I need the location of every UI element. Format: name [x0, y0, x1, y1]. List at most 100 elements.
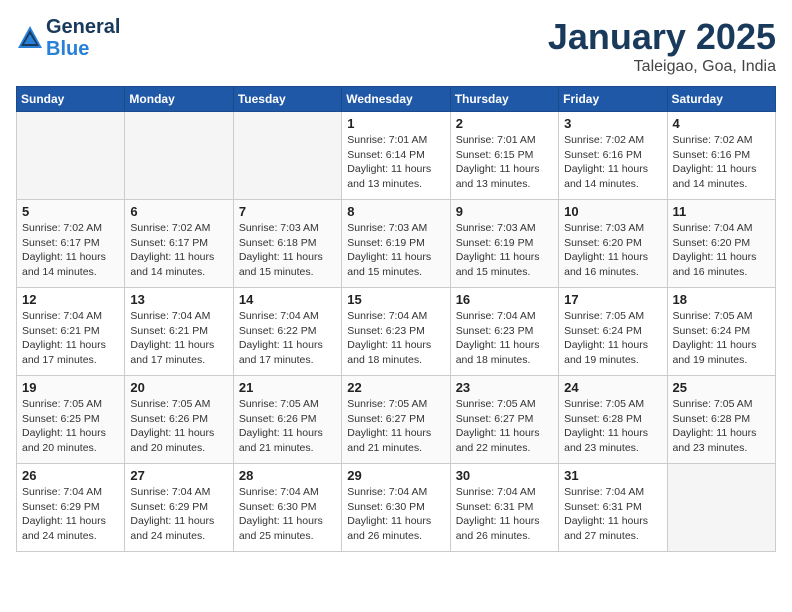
cell-info: Sunrise: 7:02 AMSunset: 6:16 PMDaylight:… [564, 133, 661, 192]
calendar-cell: 17 Sunrise: 7:05 AMSunset: 6:24 PMDayligh… [559, 288, 667, 376]
day-number: 30 [456, 468, 553, 483]
calendar-cell: 4 Sunrise: 7:02 AMSunset: 6:16 PMDaylight… [667, 112, 775, 200]
page-header: General Blue January 2025 Taleigao, Goa,… [16, 16, 776, 76]
cell-info: Sunrise: 7:05 AMSunset: 6:28 PMDaylight:… [564, 397, 661, 456]
cell-info: Sunrise: 7:02 AMSunset: 6:17 PMDaylight:… [130, 221, 227, 280]
cell-info: Sunrise: 7:04 AMSunset: 6:21 PMDaylight:… [22, 309, 119, 368]
calendar-cell: 8 Sunrise: 7:03 AMSunset: 6:19 PMDaylight… [342, 200, 450, 288]
day-number: 18 [673, 292, 770, 307]
cell-info: Sunrise: 7:04 AMSunset: 6:22 PMDaylight:… [239, 309, 336, 368]
calendar-cell: 19 Sunrise: 7:05 AMSunset: 6:25 PMDayligh… [17, 376, 125, 464]
day-number: 17 [564, 292, 661, 307]
calendar-cell [125, 112, 233, 200]
calendar-cell: 21 Sunrise: 7:05 AMSunset: 6:26 PMDayligh… [233, 376, 341, 464]
cell-info: Sunrise: 7:04 AMSunset: 6:21 PMDaylight:… [130, 309, 227, 368]
calendar-cell: 23 Sunrise: 7:05 AMSunset: 6:27 PMDayligh… [450, 376, 558, 464]
day-number: 21 [239, 380, 336, 395]
cell-info: Sunrise: 7:05 AMSunset: 6:27 PMDaylight:… [456, 397, 553, 456]
calendar-cell: 31 Sunrise: 7:04 AMSunset: 6:31 PMDayligh… [559, 464, 667, 552]
calendar-cell: 13 Sunrise: 7:04 AMSunset: 6:21 PMDayligh… [125, 288, 233, 376]
cell-info: Sunrise: 7:05 AMSunset: 6:27 PMDaylight:… [347, 397, 444, 456]
cell-info: Sunrise: 7:05 AMSunset: 6:24 PMDaylight:… [564, 309, 661, 368]
calendar-cell: 15Sunrise: 7:04 AMSunset: 6:23 PMDayligh… [342, 288, 450, 376]
calendar-cell: 3 Sunrise: 7:02 AMSunset: 6:16 PMDaylight… [559, 112, 667, 200]
calendar-cell: 7 Sunrise: 7:03 AMSunset: 6:18 PMDaylight… [233, 200, 341, 288]
weekday-header: Sunday [17, 87, 125, 112]
calendar-cell [667, 464, 775, 552]
calendar-cell: 30 Sunrise: 7:04 AMSunset: 6:31 PMDayligh… [450, 464, 558, 552]
calendar-cell: 9 Sunrise: 7:03 AMSunset: 6:19 PMDaylight… [450, 200, 558, 288]
day-number: 31 [564, 468, 661, 483]
calendar-table: SundayMondayTuesdayWednesdayThursdayFrid… [16, 86, 776, 552]
weekday-header: Friday [559, 87, 667, 112]
calendar-cell: 20 Sunrise: 7:05 AMSunset: 6:26 PMDayligh… [125, 376, 233, 464]
calendar-cell: 29Sunrise: 7:04 AMSunset: 6:30 PMDayligh… [342, 464, 450, 552]
calendar-cell: 28 Sunrise: 7:04 AMSunset: 6:30 PMDayligh… [233, 464, 341, 552]
cell-info: Sunrise: 7:04 AMSunset: 6:20 PMDaylight:… [673, 221, 770, 280]
day-number: 27 [130, 468, 227, 483]
day-number: 26 [22, 468, 119, 483]
calendar-cell: 2 Sunrise: 7:01 AMSunset: 6:15 PMDaylight… [450, 112, 558, 200]
month-title: January 2025 [548, 16, 776, 58]
cell-info: Sunrise: 7:04 AMSunset: 6:23 PMDaylight:… [456, 309, 553, 368]
calendar-cell: 26Sunrise: 7:04 AMSunset: 6:29 PMDayligh… [17, 464, 125, 552]
cell-info: Sunrise: 7:04 AMSunset: 6:31 PMDaylight:… [564, 485, 661, 544]
day-number: 14 [239, 292, 336, 307]
day-number: 28 [239, 468, 336, 483]
location: Taleigao, Goa, India [548, 58, 776, 76]
cell-info: Sunrise: 7:05 AMSunset: 6:26 PMDaylight:… [239, 397, 336, 456]
cell-info: Sunrise: 7:05 AMSunset: 6:28 PMDaylight:… [673, 397, 770, 456]
day-number: 11 [673, 204, 770, 219]
cell-info: Sunrise: 7:05 AMSunset: 6:26 PMDaylight:… [130, 397, 227, 456]
cell-info: Sunrise: 7:04 AMSunset: 6:31 PMDaylight:… [456, 485, 553, 544]
calendar-cell: 6 Sunrise: 7:02 AMSunset: 6:17 PMDaylight… [125, 200, 233, 288]
day-number: 8 [347, 204, 444, 219]
calendar-cell: 11 Sunrise: 7:04 AMSunset: 6:20 PMDayligh… [667, 200, 775, 288]
day-number: 16 [456, 292, 553, 307]
day-number: 9 [456, 204, 553, 219]
day-number: 4 [673, 116, 770, 131]
logo: General Blue [16, 16, 120, 60]
day-number: 23 [456, 380, 553, 395]
calendar-cell: 27 Sunrise: 7:04 AMSunset: 6:29 PMDayligh… [125, 464, 233, 552]
day-number: 5 [22, 204, 119, 219]
day-number: 13 [130, 292, 227, 307]
calendar-cell: 10Sunrise: 7:03 AMSunset: 6:20 PMDayligh… [559, 200, 667, 288]
day-number: 1 [347, 116, 444, 131]
cell-info: Sunrise: 7:02 AMSunset: 6:16 PMDaylight:… [673, 133, 770, 192]
calendar-cell: 12 Sunrise: 7:04 AMSunset: 6:21 PMDayligh… [17, 288, 125, 376]
weekday-header: Wednesday [342, 87, 450, 112]
logo-icon [16, 24, 44, 52]
cell-info: Sunrise: 7:04 AMSunset: 6:30 PMDaylight:… [239, 485, 336, 544]
day-number: 22 [347, 380, 444, 395]
cell-info: Sunrise: 7:03 AMSunset: 6:19 PMDaylight:… [456, 221, 553, 280]
cell-info: Sunrise: 7:04 AMSunset: 6:29 PMDaylight:… [130, 485, 227, 544]
weekday-header: Monday [125, 87, 233, 112]
calendar-cell: 16 Sunrise: 7:04 AMSunset: 6:23 PMDayligh… [450, 288, 558, 376]
calendar-cell: 1 Sunrise: 7:01 AMSunset: 6:14 PMDaylight… [342, 112, 450, 200]
day-number: 6 [130, 204, 227, 219]
cell-info: Sunrise: 7:01 AMSunset: 6:14 PMDaylight:… [347, 133, 444, 192]
day-number: 24 [564, 380, 661, 395]
calendar-cell: 25Sunrise: 7:05 AMSunset: 6:28 PMDayligh… [667, 376, 775, 464]
day-number: 10 [564, 204, 661, 219]
cell-info: Sunrise: 7:02 AMSunset: 6:17 PMDaylight:… [22, 221, 119, 280]
calendar-cell: 22 Sunrise: 7:05 AMSunset: 6:27 PMDayligh… [342, 376, 450, 464]
cell-info: Sunrise: 7:01 AMSunset: 6:15 PMDaylight:… [456, 133, 553, 192]
day-number: 2 [456, 116, 553, 131]
day-number: 29 [347, 468, 444, 483]
calendar-cell [233, 112, 341, 200]
day-number: 12 [22, 292, 119, 307]
day-number: 19 [22, 380, 119, 395]
cell-info: Sunrise: 7:05 AMSunset: 6:24 PMDaylight:… [673, 309, 770, 368]
day-number: 7 [239, 204, 336, 219]
title-block: January 2025 Taleigao, Goa, India [548, 16, 776, 76]
cell-info: Sunrise: 7:05 AMSunset: 6:25 PMDaylight:… [22, 397, 119, 456]
cell-info: Sunrise: 7:03 AMSunset: 6:19 PMDaylight:… [347, 221, 444, 280]
cell-info: Sunrise: 7:03 AMSunset: 6:18 PMDaylight:… [239, 221, 336, 280]
calendar-cell: 24 Sunrise: 7:05 AMSunset: 6:28 PMDayligh… [559, 376, 667, 464]
day-number: 20 [130, 380, 227, 395]
calendar-cell [17, 112, 125, 200]
day-number: 3 [564, 116, 661, 131]
weekday-header: Tuesday [233, 87, 341, 112]
